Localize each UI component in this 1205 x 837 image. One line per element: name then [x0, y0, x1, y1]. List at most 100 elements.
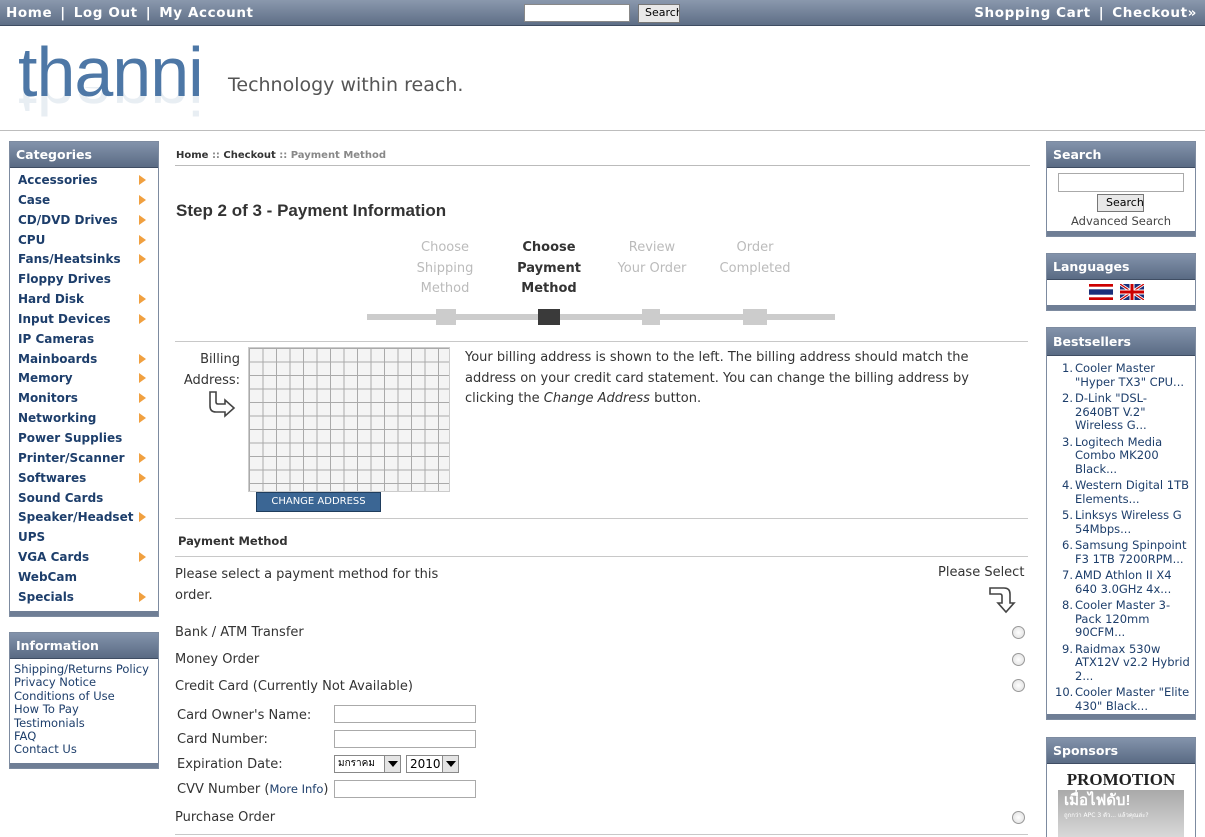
- shopping-cart-link[interactable]: Shopping Cart: [974, 5, 1090, 21]
- breadcrumb-separator: ::: [211, 150, 220, 161]
- nav-separator: |: [60, 5, 66, 21]
- category-item[interactable]: VGA Cards: [18, 548, 158, 568]
- category-label: VGA Cards: [18, 550, 90, 565]
- information-link[interactable]: FAQ: [14, 729, 158, 743]
- curved-arrow-right-icon: [209, 391, 236, 418]
- advanced-search-link[interactable]: Advanced Search: [1047, 214, 1195, 228]
- step-shipping: Choose Shipping Method: [400, 238, 490, 300]
- category-item[interactable]: Floppy Drives: [18, 270, 158, 290]
- bestseller-item[interactable]: 10. Cooler Master "Elite 430" Black...: [1055, 685, 1191, 713]
- progress-node-shipping: [436, 309, 456, 325]
- sidebar-search-button[interactable]: Search: [1097, 194, 1144, 212]
- expiration-year-select[interactable]: 2010: [406, 755, 459, 773]
- cvv-more-info-link[interactable]: More Info: [269, 782, 323, 796]
- top-search-button[interactable]: Search: [638, 4, 680, 23]
- category-item[interactable]: Mainboards: [18, 350, 158, 370]
- information-box: Information Shipping/Returns Policy Priva…: [9, 632, 159, 769]
- billing-label-line: Billing: [200, 352, 240, 367]
- billing-label-line: Address:: [183, 373, 240, 388]
- radio-money-order[interactable]: [1012, 653, 1025, 666]
- change-address-button[interactable]: CHANGE ADDRESS: [256, 492, 381, 512]
- category-item[interactable]: Speaker/Headset: [18, 508, 158, 528]
- payment-option-credit-card: Credit Card (Currently Not Available): [175, 679, 413, 694]
- triangle-right-icon: [139, 313, 146, 324]
- card-owner-label: Card Owner's Name:: [177, 708, 312, 723]
- bestseller-item[interactable]: 9. Raidmax 530w ATX12V v2.2 Hybrid 2...: [1061, 642, 1191, 684]
- section-divider: [175, 341, 1028, 342]
- category-item[interactable]: Networking: [18, 409, 158, 429]
- bestseller-item[interactable]: 1. Cooler Master "Hyper TX3" CPU...: [1061, 361, 1191, 389]
- category-item[interactable]: CD/DVD Drives: [18, 211, 158, 231]
- category-label: Printer/Scanner: [18, 450, 125, 465]
- category-item[interactable]: Input Devices: [18, 310, 158, 330]
- expiration-month-select[interactable]: มกราคม: [334, 755, 401, 773]
- category-item[interactable]: Hard Disk: [18, 290, 158, 310]
- category-item[interactable]: Power Supplies: [18, 429, 158, 449]
- information-link[interactable]: Contact Us: [14, 743, 158, 757]
- category-item[interactable]: Memory: [18, 369, 158, 389]
- triangle-right-icon: [139, 452, 146, 463]
- bestseller-item[interactable]: 3. Logitech Media Combo MK200 Black...: [1061, 435, 1191, 477]
- bestseller-label: AMD Athlon II X4 640 3.0GHz 4x...: [1075, 568, 1172, 596]
- uk-flag-icon[interactable]: [1120, 284, 1144, 300]
- checkout-link[interactable]: Checkout»: [1112, 5, 1197, 21]
- category-item[interactable]: IP Cameras: [18, 330, 158, 350]
- my-account-link[interactable]: My Account: [159, 5, 253, 21]
- information-link[interactable]: How To Pay: [14, 702, 158, 716]
- promotion-banner[interactable]: PROMOTION เมื่อไฟดับ! ถูกกว่า APC 3 ตัว.…: [1058, 768, 1184, 837]
- box-footer: [10, 611, 158, 616]
- category-item[interactable]: CPU: [18, 231, 158, 251]
- category-item[interactable]: Accessories: [18, 171, 158, 191]
- category-item[interactable]: Softwares: [18, 469, 158, 489]
- category-item[interactable]: Monitors: [18, 389, 158, 409]
- payment-method-heading: Payment Method: [178, 534, 288, 548]
- information-link[interactable]: Shipping/Returns Policy: [14, 662, 158, 676]
- information-link[interactable]: Conditions of Use: [14, 689, 158, 703]
- breadcrumb-current: Payment Method: [290, 150, 386, 161]
- breadcrumb-checkout[interactable]: Checkout: [223, 150, 275, 161]
- cvv-input[interactable]: [334, 780, 476, 798]
- thai-flag-icon[interactable]: [1089, 284, 1113, 300]
- category-item[interactable]: Case: [18, 191, 158, 211]
- category-label: Case: [18, 192, 51, 207]
- category-item[interactable]: WebCam: [18, 568, 158, 588]
- bestseller-item[interactable]: 7. AMD Athlon II X4 640 3.0GHz 4x...: [1061, 568, 1191, 596]
- sidebar-search-input[interactable]: [1058, 173, 1184, 192]
- bestseller-item[interactable]: 4. Western Digital 1TB Elements...: [1061, 478, 1191, 506]
- bestseller-item[interactable]: 5. Linksys Wireless G 54Mbps...: [1061, 508, 1191, 536]
- category-item[interactable]: Printer/Scanner: [18, 449, 158, 469]
- radio-bank-transfer[interactable]: [1012, 626, 1025, 639]
- card-number-input[interactable]: [334, 730, 476, 748]
- categories-box: Categories Accessories Case CD/DVD Drives C…: [9, 141, 159, 617]
- bestseller-item[interactable]: 2. D-Link "DSL-2640BT V.2" Wireless G...: [1061, 391, 1191, 433]
- category-item[interactable]: Fans/Heatsinks: [18, 250, 158, 270]
- breadcrumb: Home :: Checkout :: Payment Method: [176, 150, 386, 161]
- top-search-input[interactable]: [524, 4, 630, 22]
- category-item[interactable]: Sound Cards: [18, 489, 158, 509]
- radio-purchase-order[interactable]: [1012, 811, 1025, 824]
- radio-credit-card[interactable]: [1012, 679, 1025, 692]
- category-label: Sound Cards: [18, 490, 104, 505]
- bestseller-item[interactable]: 6. Samsung Spinpoint F3 1TB 7200RPM...: [1061, 538, 1191, 566]
- bestseller-item[interactable]: 8. Cooler Master 3-Pack 120mm 90CFM...: [1061, 598, 1191, 640]
- promotion-title: PROMOTION: [1066, 770, 1176, 789]
- payment-method-description: Please select a payment method for this …: [175, 567, 439, 603]
- category-item[interactable]: Specials: [18, 588, 158, 608]
- category-label: Mainboards: [18, 351, 98, 366]
- home-link[interactable]: Home: [6, 5, 52, 21]
- category-label: Power Supplies: [18, 430, 123, 445]
- logout-link[interactable]: Log Out: [74, 5, 138, 21]
- breadcrumb-home[interactable]: Home: [176, 150, 208, 161]
- information-title: Information: [10, 633, 158, 659]
- box-footer: [10, 763, 158, 768]
- top-nav-right: Shopping Cart | Checkout»: [974, 5, 1197, 21]
- step-label: Method: [420, 281, 470, 296]
- card-owner-input[interactable]: [334, 705, 476, 723]
- information-link[interactable]: Privacy Notice: [14, 675, 158, 689]
- sponsors-title: Sponsors: [1047, 738, 1195, 764]
- bestseller-label: Cooler Master 3-Pack 120mm 90CFM...: [1075, 598, 1171, 639]
- category-label: Input Devices: [18, 311, 111, 326]
- category-item[interactable]: UPS: [18, 528, 158, 548]
- information-link[interactable]: Testimonials: [14, 716, 158, 730]
- bestseller-rank: 4.: [1062, 478, 1073, 492]
